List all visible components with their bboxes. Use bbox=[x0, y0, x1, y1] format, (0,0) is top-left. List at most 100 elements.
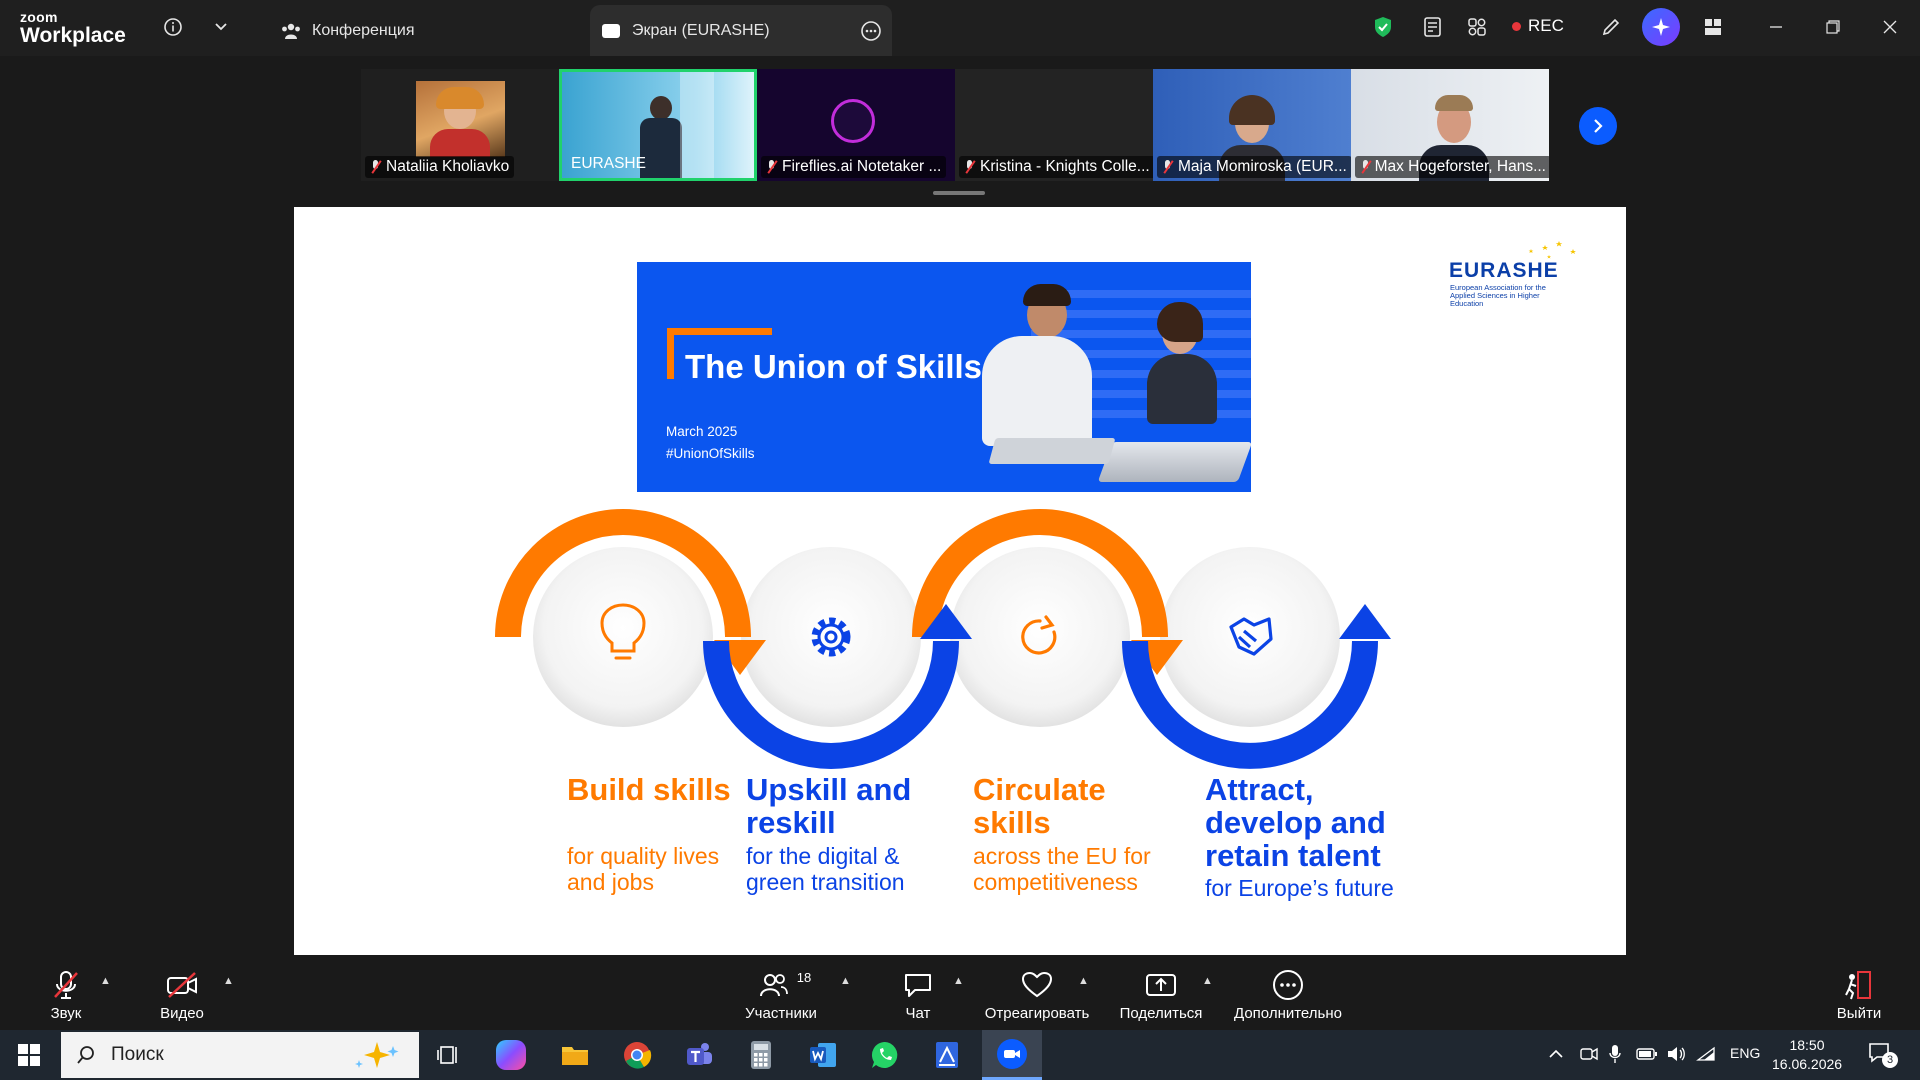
muted-mic-icon bbox=[766, 160, 778, 174]
participants-options-caret-icon[interactable]: ▲ bbox=[840, 975, 851, 987]
participants-button[interactable]: 18 Участники bbox=[741, 969, 821, 1023]
participants-label: Участники bbox=[745, 1005, 817, 1022]
leave-button[interactable]: Выйти bbox=[1837, 969, 1881, 1022]
participant-tile[interactable]: Kristina - Knights Colle... bbox=[955, 69, 1153, 181]
step-build-skills-subtitle: for quality lives and jobs bbox=[567, 843, 720, 895]
participants-group-icon bbox=[282, 23, 300, 39]
document-viewer-icon[interactable] bbox=[930, 1038, 964, 1072]
step-attract-subtitle: for Europe’s future bbox=[1205, 875, 1394, 901]
react-button[interactable]: Отреагировать bbox=[984, 969, 1090, 1022]
react-options-caret-icon[interactable]: ▲ bbox=[1078, 975, 1089, 987]
search-placeholder: Поиск bbox=[111, 1044, 164, 1065]
participant-name: Fireflies.ai Notetaker ... bbox=[761, 156, 947, 178]
logo-top-text: zoom bbox=[20, 9, 58, 25]
word-icon[interactable] bbox=[806, 1038, 840, 1072]
share-label: Поделиться bbox=[1119, 1005, 1203, 1022]
step-disc bbox=[741, 547, 921, 727]
input-language[interactable]: ENG bbox=[1730, 1045, 1760, 1061]
clock-date: 16.06.2026 bbox=[1772, 1056, 1843, 1072]
muted-mic-icon bbox=[1360, 160, 1371, 174]
tab-screen-share[interactable]: Экран (EURASHE) bbox=[590, 5, 892, 56]
teams-icon[interactable] bbox=[682, 1038, 716, 1072]
more-label: Дополнительно bbox=[1234, 1005, 1342, 1022]
step-disc bbox=[950, 547, 1130, 727]
camera-tray-icon[interactable] bbox=[1580, 1046, 1598, 1067]
clock-time: 18:50 bbox=[1789, 1037, 1825, 1053]
notifications-icon[interactable]: 3 bbox=[1868, 1042, 1898, 1069]
meeting-controls-bar: Звук ▲ Видео ▲ 18 Участники ▲ Чат ▲ Отре… bbox=[0, 955, 1920, 1030]
chevron-up-icon[interactable] bbox=[1548, 1046, 1564, 1067]
participant-avatar bbox=[416, 81, 505, 157]
wifi-icon[interactable] bbox=[1696, 1046, 1716, 1067]
fireflies-logo-icon bbox=[831, 99, 875, 143]
skills-cycle-diagram bbox=[495, 509, 1391, 769]
search-icon bbox=[77, 1046, 94, 1064]
participant-tile[interactable]: Fireflies.ai Notetaker ... bbox=[757, 69, 955, 181]
ai-companion-icon[interactable] bbox=[1642, 8, 1680, 46]
minimize-icon[interactable] bbox=[1763, 14, 1789, 40]
zoom-taskbar-active[interactable] bbox=[982, 1030, 1042, 1080]
muted-microphone-icon bbox=[51, 969, 81, 1001]
battery-icon[interactable] bbox=[1636, 1047, 1658, 1066]
annotate-pencil-icon[interactable] bbox=[1598, 14, 1624, 40]
participant-tile[interactable]: Nataliia Kholiavko bbox=[361, 69, 559, 181]
video-label: Видео bbox=[160, 1005, 204, 1022]
screen-share-icon bbox=[602, 23, 620, 38]
participant-video-strip: Nataliia Kholiavko EURASHE Fireflies.ai … bbox=[361, 69, 1627, 185]
audio-button[interactable]: Звук bbox=[44, 969, 88, 1022]
security-shield-icon[interactable] bbox=[1370, 14, 1396, 40]
taskbar-search-box[interactable]: Поиск bbox=[61, 1032, 419, 1078]
audio-label: Звук bbox=[50, 1005, 82, 1022]
chat-bubble-icon bbox=[903, 969, 933, 1001]
step-upskill-subtitle: for the digital & green transition bbox=[746, 843, 905, 895]
step-attract-title: Attract, develop and retain talent bbox=[1205, 772, 1386, 873]
layout-grid-icon[interactable] bbox=[1700, 14, 1726, 40]
share-options-caret-icon[interactable]: ▲ bbox=[1202, 975, 1213, 987]
video-button[interactable]: Видео bbox=[156, 969, 208, 1022]
restore-icon[interactable] bbox=[1820, 14, 1846, 40]
more-button[interactable]: Дополнительно bbox=[1232, 969, 1344, 1022]
more-dots-icon bbox=[1272, 969, 1304, 1001]
share-button[interactable]: Поделиться bbox=[1119, 969, 1203, 1022]
muted-mic-icon bbox=[370, 160, 382, 174]
participant-name: EURASHE bbox=[571, 155, 646, 172]
step-circulate-subtitle: across the EU for competitiveness bbox=[973, 843, 1151, 895]
apps-icon[interactable] bbox=[1464, 14, 1490, 40]
tab-meeting[interactable]: Конференция bbox=[270, 5, 425, 56]
step-circulate-title: Circulate skills bbox=[973, 772, 1106, 840]
close-icon[interactable] bbox=[1877, 14, 1903, 40]
participant-tile-active[interactable]: EURASHE bbox=[559, 69, 757, 181]
chrome-icon[interactable] bbox=[620, 1038, 654, 1072]
chat-button[interactable]: Чат bbox=[900, 969, 936, 1022]
volume-icon[interactable] bbox=[1666, 1046, 1686, 1067]
step-build-skills-title: Build skills bbox=[567, 772, 731, 807]
zoom-app-icon bbox=[997, 1039, 1027, 1069]
calculator-icon[interactable] bbox=[744, 1038, 778, 1072]
chevron-down-icon[interactable] bbox=[208, 14, 234, 40]
chevron-right-icon bbox=[1594, 119, 1603, 133]
shared-screen-slide: The Union of Skills March 2025 #UnionOfS… bbox=[294, 207, 1626, 955]
participant-name: Kristina - Knights Colle... bbox=[959, 156, 1153, 178]
audio-options-caret-icon[interactable]: ▲ bbox=[100, 975, 111, 987]
participant-tile[interactable]: Max Hogeforster, Hans... bbox=[1351, 69, 1549, 181]
windows-taskbar: Поиск ENG 18:50 16.06.2026 3 bbox=[0, 1030, 1920, 1080]
recording-indicator[interactable]: REC bbox=[1512, 16, 1564, 36]
task-view-icon[interactable] bbox=[432, 1038, 466, 1072]
notifications-count-badge: 3 bbox=[1882, 1052, 1898, 1068]
file-explorer-icon[interactable] bbox=[558, 1038, 592, 1072]
strip-resize-handle[interactable] bbox=[933, 191, 985, 195]
video-options-caret-icon[interactable]: ▲ bbox=[223, 975, 234, 987]
more-options-icon[interactable] bbox=[860, 20, 882, 47]
participant-tile[interactable]: Maja Momiroska (EUR... bbox=[1153, 69, 1351, 181]
copilot-app-icon[interactable] bbox=[496, 1040, 526, 1070]
clock[interactable]: 18:50 16.06.2026 bbox=[1772, 1036, 1842, 1074]
title-bar: zoom Workplace Конференция Экран (EURASH… bbox=[0, 0, 1920, 56]
info-icon[interactable] bbox=[160, 14, 186, 40]
recording-dot-icon bbox=[1512, 21, 1521, 31]
windows-start-icon[interactable] bbox=[18, 1044, 40, 1066]
chat-options-caret-icon[interactable]: ▲ bbox=[953, 975, 964, 987]
notes-icon[interactable] bbox=[1420, 14, 1446, 40]
whatsapp-icon[interactable] bbox=[868, 1038, 902, 1072]
next-thumbnails-button[interactable] bbox=[1579, 107, 1617, 145]
microphone-tray-icon[interactable] bbox=[1608, 1044, 1622, 1069]
